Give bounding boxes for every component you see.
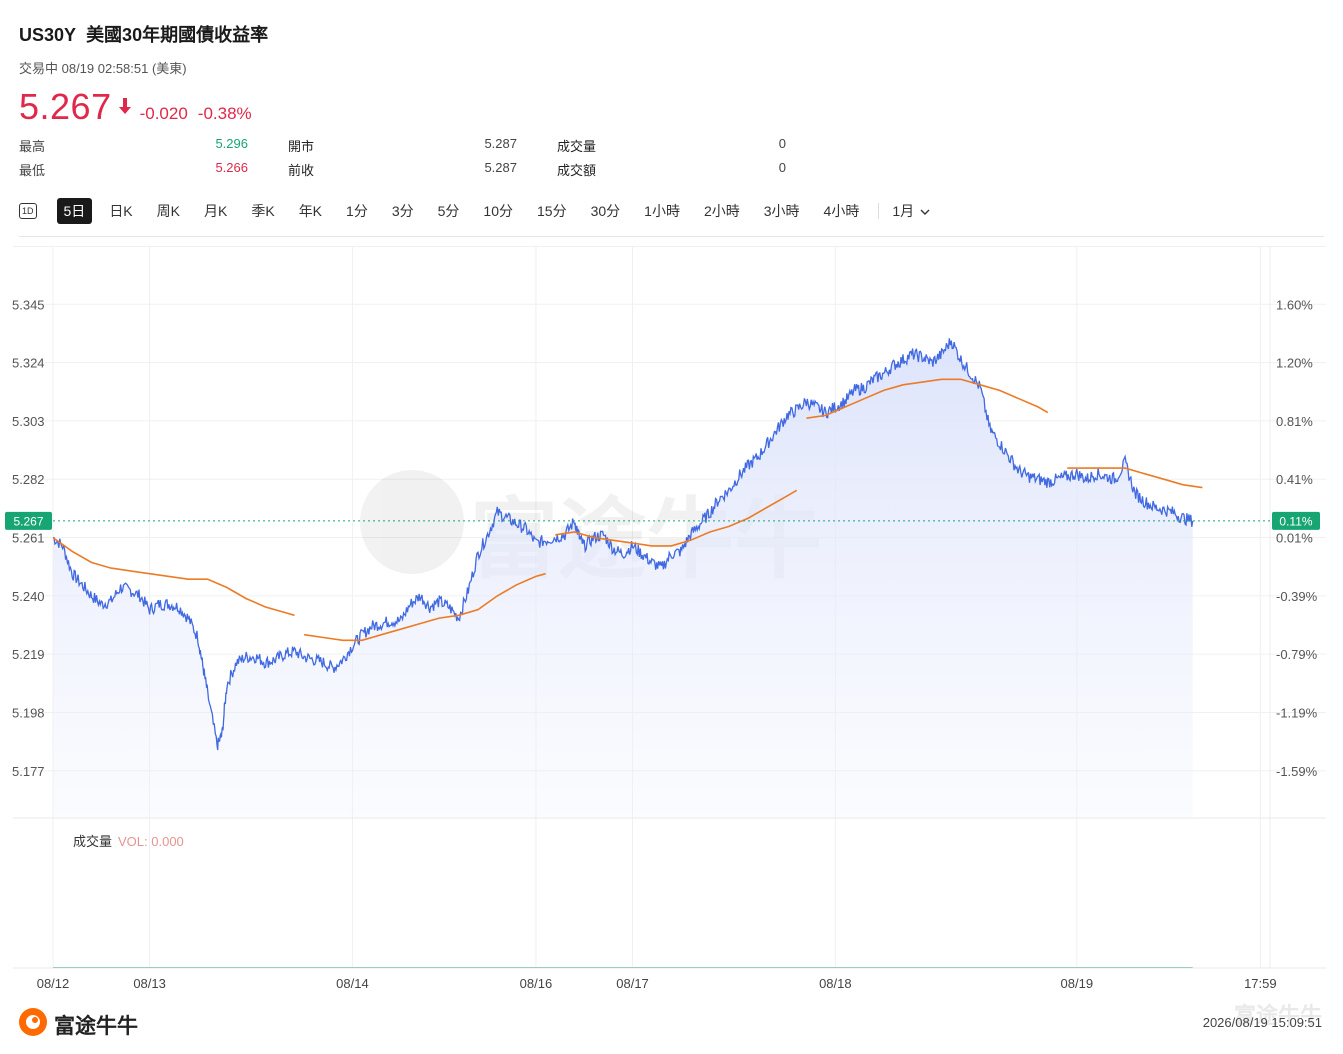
- current-price-badge-right-text: 0.11%: [1279, 514, 1312, 528]
- current-price-badge-left-text: 5.267: [13, 514, 43, 528]
- volume-title: 成交量: [73, 834, 113, 849]
- y-tick-right: -1.59%: [1276, 764, 1318, 779]
- y-tick-left: 5.324: [12, 356, 45, 371]
- y-tick-left: 5.219: [12, 647, 45, 662]
- y-tick-right: 0.81%: [1276, 414, 1313, 429]
- price-chart[interactable]: 富途牛牛 5.345 1.60% 5.324 1.20% 5.303 0.81% 5.282…: [0, 0, 1343, 1054]
- y-tick-left: 5.261: [12, 531, 45, 546]
- x-tick: 08/19: [1061, 976, 1094, 991]
- x-axis: 08/12 08/13 08/14 08/16 08/17 08/18 08/19 17:59: [37, 976, 1277, 991]
- y-tick-left: 5.198: [12, 705, 45, 720]
- y-tick-right: 0.01%: [1276, 531, 1313, 546]
- x-tick: 17:59: [1244, 976, 1277, 991]
- volume-panel-label: 成交量 VOL: 0.000: [73, 831, 184, 850]
- y-tick-left: 5.240: [12, 589, 45, 604]
- x-tick: 08/18: [819, 976, 852, 991]
- x-tick: 08/12: [37, 976, 70, 991]
- price-area: [53, 338, 1193, 818]
- y-tick-left: 5.282: [12, 472, 45, 487]
- y-tick-right: 1.60%: [1276, 297, 1313, 312]
- volume-bars: [53, 967, 1193, 968]
- y-tick-right: -0.39%: [1276, 589, 1318, 604]
- y-tick-left: 5.303: [12, 414, 45, 429]
- price-area-fill: [53, 338, 1193, 818]
- x-tick: 08/14: [336, 976, 369, 991]
- logo-text: 富途牛牛: [54, 1015, 138, 1038]
- logo-icon: [18, 1007, 48, 1043]
- x-tick: 08/16: [520, 976, 553, 991]
- x-tick: 08/13: [133, 976, 166, 991]
- y-tick-right: -0.79%: [1276, 647, 1318, 662]
- volume-value: VOL: 0.000: [118, 834, 184, 849]
- y-tick-left: 5.177: [12, 764, 45, 779]
- y-tick-right: -1.19%: [1276, 705, 1318, 720]
- y-tick-left: 5.345: [12, 297, 45, 312]
- x-tick: 08/17: [616, 976, 649, 991]
- y-tick-right: 1.20%: [1276, 356, 1313, 371]
- screenshot-timestamp: 2026/08/19 15:09:51: [1202, 1015, 1322, 1030]
- y-tick-right: 0.41%: [1276, 472, 1313, 487]
- grid-top: [13, 246, 1326, 247]
- brand-logo: 富途牛牛: [18, 1007, 138, 1043]
